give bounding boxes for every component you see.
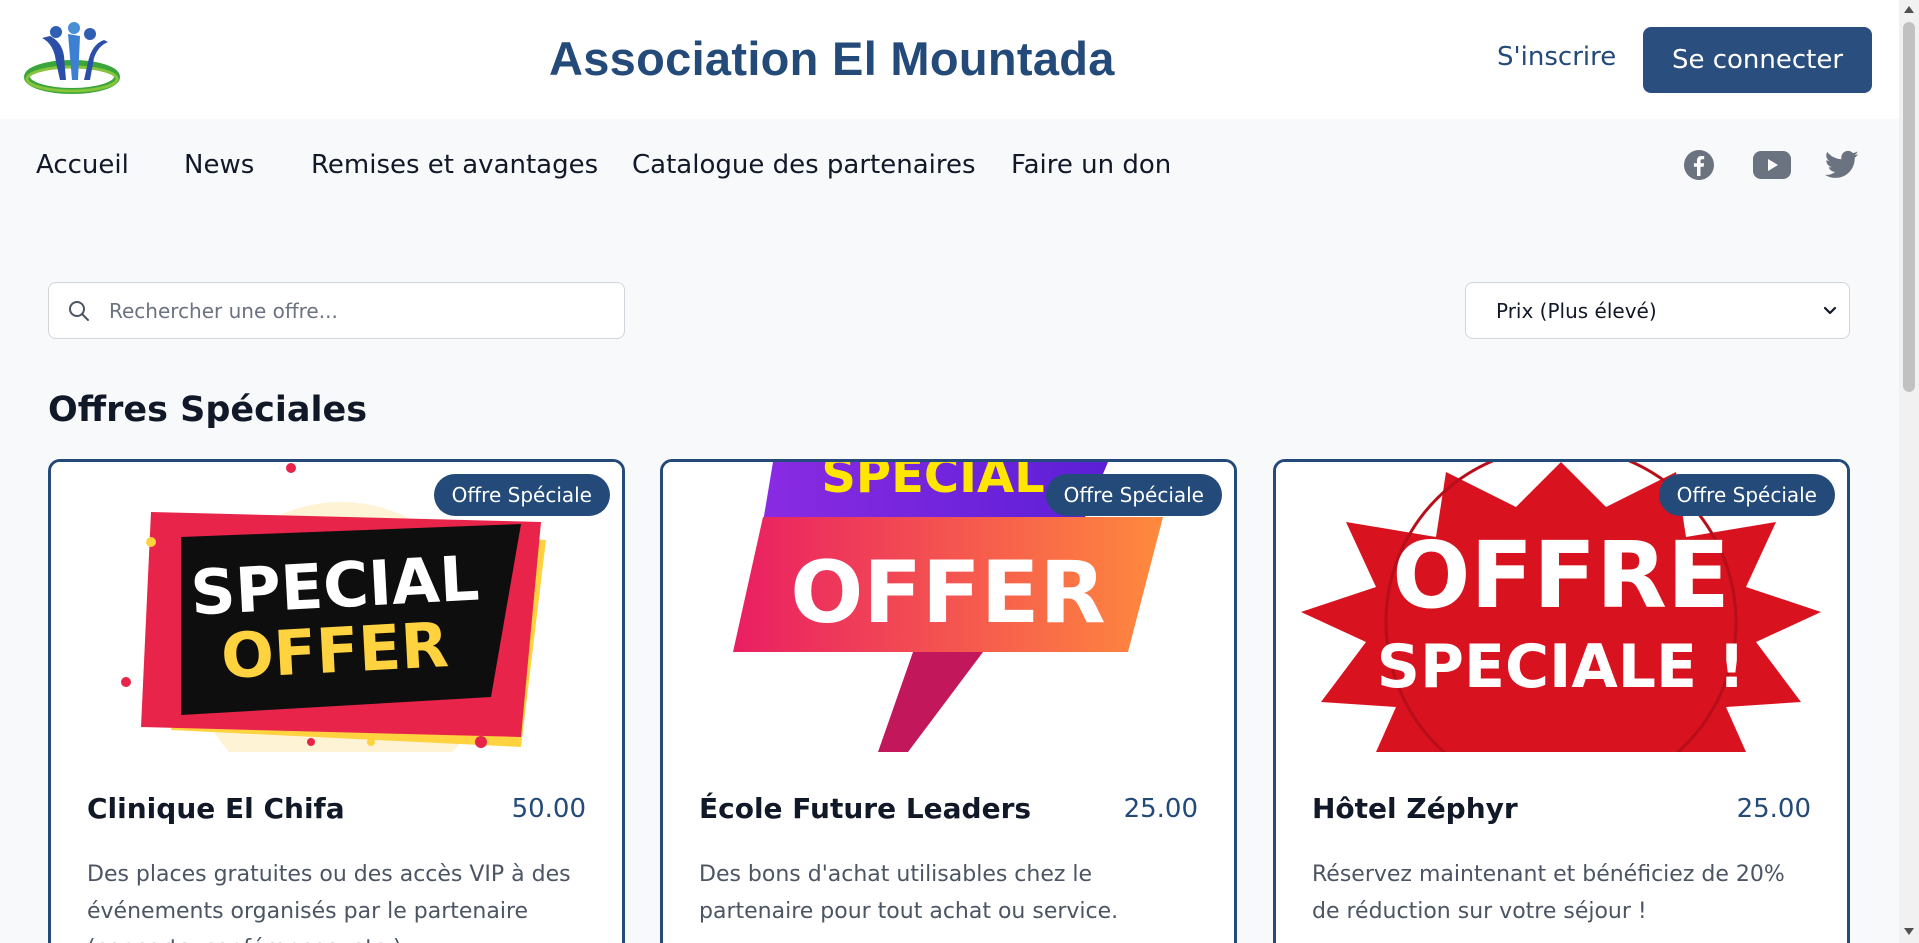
scroll-up-arrow-icon[interactable] [1904, 6, 1914, 13]
search-icon [67, 299, 91, 323]
nav-item-catalogue[interactable]: Catalogue des partenaires [632, 150, 976, 180]
image-text-line2: OFFER [790, 543, 1106, 643]
youtube-icon[interactable] [1752, 147, 1792, 183]
sort-select[interactable]: Prix (Plus élevé) [1465, 282, 1850, 339]
facebook-icon[interactable] [1681, 147, 1717, 183]
offer-description: Des places gratuites ou des accès VIP à … [87, 862, 571, 943]
offer-partner-name: Clinique El Chifa [87, 792, 345, 825]
nav-item-accueil[interactable]: Accueil [36, 150, 129, 180]
offer-partner-name: Hôtel Zéphyr [1312, 792, 1518, 825]
page-scrollbar[interactable] [1899, 0, 1919, 943]
offer-card[interactable]: SPECIAL OFFER Offre Spéciale Clinique El… [48, 459, 625, 943]
image-text-line2: SPECIALE ! [1377, 632, 1745, 702]
scrollbar-thumb[interactable] [1903, 22, 1915, 392]
top-header: Association El Mountada S'inscrire Se co… [0, 0, 1899, 119]
offer-card[interactable]: SPECIAL OFFER Offre Spéciale École Futur… [660, 459, 1237, 943]
special-offer-badge: Offre Spéciale [1045, 474, 1222, 516]
offer-description: Réservez maintenant et bénéficiez de 20%… [1312, 862, 1785, 924]
section-title: Offres Spéciales [48, 390, 368, 430]
image-text-line2: OFFER [219, 608, 450, 693]
nav-item-remises[interactable]: Remises et avantages [311, 150, 598, 180]
offer-price: 25.00 [1123, 794, 1198, 824]
image-text-line1: OFFRE [1392, 522, 1730, 629]
offer-price: 50.00 [511, 794, 586, 824]
search-input[interactable] [109, 283, 609, 338]
offer-price: 25.00 [1736, 794, 1811, 824]
sort-selected-value: Prix (Plus élevé) [1496, 299, 1657, 323]
offer-card[interactable]: OFFRE SPECIALE ! Offre Spéciale Hôtel Zé… [1273, 459, 1850, 943]
special-offer-badge: Offre Spéciale [433, 474, 610, 516]
association-logo[interactable] [24, 22, 124, 98]
nav-item-news[interactable]: News [184, 150, 254, 180]
special-offer-badge: Offre Spéciale [1658, 474, 1835, 516]
login-button[interactable]: Se connecter [1643, 27, 1872, 93]
twitter-icon[interactable] [1824, 147, 1860, 183]
offer-description: Des bons d'achat utilisables chez le par… [699, 862, 1119, 924]
offer-partner-name: École Future Leaders [699, 792, 1032, 825]
main-nav: Accueil News Remises et avantages Catalo… [0, 119, 1899, 217]
search-box [48, 282, 625, 339]
scroll-down-arrow-icon[interactable] [1904, 928, 1914, 935]
site-title: Association El Mountada [549, 32, 1115, 85]
image-text-line1: SPECIAL [821, 462, 1044, 504]
signup-link[interactable]: S'inscrire [1497, 42, 1616, 72]
chevron-down-icon [1821, 302, 1839, 320]
nav-item-don[interactable]: Faire un don [1011, 150, 1171, 180]
